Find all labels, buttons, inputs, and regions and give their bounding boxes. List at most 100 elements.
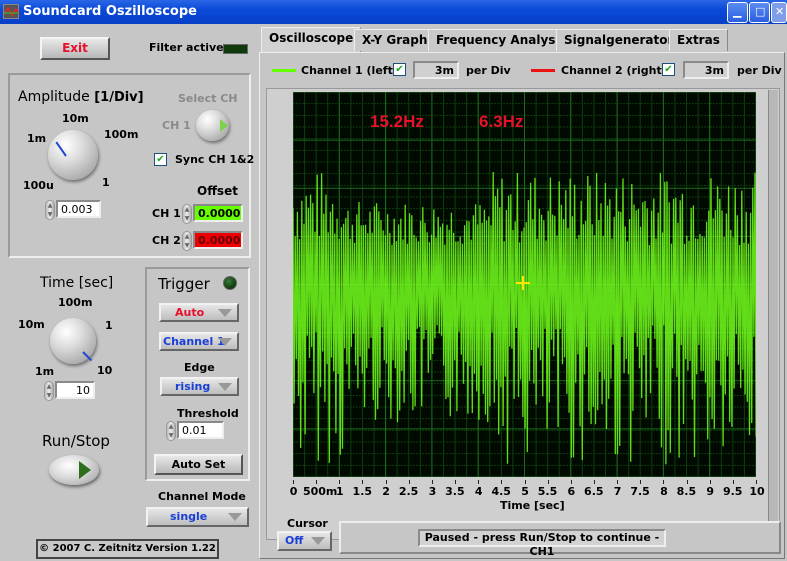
- x-tick-mark: [339, 480, 341, 484]
- channel2-checkbox[interactable]: ✔: [662, 63, 675, 76]
- x-tick-label: 6: [567, 485, 576, 498]
- cursor-label: Cursor: [287, 517, 328, 530]
- x-tick-mark: [293, 480, 294, 484]
- amplitude-knob[interactable]: [48, 130, 98, 180]
- select-ch-label: Select CH: [178, 92, 238, 105]
- time-scale-1: 1: [105, 319, 113, 332]
- amplitude-value-input[interactable]: 0.003: [56, 200, 101, 218]
- x-tick-label: 2: [382, 485, 390, 498]
- time-value-input[interactable]: 10: [55, 381, 95, 399]
- trigger-mode-dropdown[interactable]: Auto: [159, 303, 239, 322]
- ch2-offset-input[interactable]: 0.0000: [193, 231, 243, 249]
- x-tick-label: 3: [428, 485, 437, 498]
- close-button[interactable]: ✕: [771, 2, 787, 23]
- time-scale-10: 10: [97, 364, 113, 377]
- threshold-spinner[interactable]: ▲ ▼: [166, 421, 176, 441]
- x-tick-mark: [478, 480, 480, 484]
- minimize-button[interactable]: ▁: [727, 2, 748, 23]
- x-tick-label: 1: [336, 485, 344, 498]
- tab-extras[interactable]: Extras: [669, 29, 728, 51]
- x-tick-mark: [408, 480, 410, 484]
- tab-frequency-analysis[interactable]: Frequency Analysis: [428, 29, 575, 51]
- status-text: Paused - press Run/Stop to continue - CH…: [418, 529, 666, 558]
- x-tick-mark: [756, 480, 757, 484]
- time-spinner[interactable]: ▲ ▼: [44, 381, 54, 401]
- x-tick-mark: [640, 480, 642, 484]
- graph-scrollbar[interactable]: [768, 90, 778, 536]
- chevron-down-icon: [311, 537, 325, 545]
- x-tick-mark: [663, 480, 665, 484]
- x-tick-label: 1.5: [352, 485, 373, 498]
- edge-label: Edge: [184, 361, 215, 374]
- ch1-offset-spinner[interactable]: ▲ ▼: [182, 204, 192, 224]
- x-tick-label: 8: [660, 485, 668, 498]
- channel-mode-dropdown[interactable]: single: [146, 507, 249, 527]
- cursor-dropdown[interactable]: Off: [277, 531, 332, 551]
- x-tick-label: 5.5: [537, 485, 558, 498]
- channel1-legend-line: [272, 69, 296, 72]
- channel2-legend-line: [531, 69, 555, 72]
- ch1-offset-label: CH 1: [152, 207, 181, 220]
- threshold-label: Threshold: [177, 407, 239, 420]
- edge-value: rising: [175, 380, 211, 393]
- trigger-channel-dropdown[interactable]: Channel 1: [159, 332, 239, 351]
- tab-signalgenerator[interactable]: Signalgenerator: [556, 29, 682, 51]
- channel2-per-div-input[interactable]: 3m: [683, 61, 729, 79]
- x-tick-mark: [362, 480, 364, 484]
- edge-dropdown[interactable]: rising: [160, 377, 239, 396]
- amp-scale-1: 1: [102, 176, 110, 189]
- x-tick-label: 9: [706, 485, 715, 498]
- x-tick-mark: [501, 480, 503, 484]
- amplitude-knob-body[interactable]: [48, 130, 98, 180]
- auto-set-button[interactable]: Auto Set: [154, 454, 243, 475]
- select-ch-value: CH 1: [162, 119, 191, 132]
- run-stop-button[interactable]: [49, 455, 99, 485]
- amplitude-spinner[interactable]: ▲ ▼: [45, 200, 55, 220]
- x-tick-mark: [732, 480, 734, 484]
- channel2-label: Channel 2 (right): [561, 64, 667, 77]
- x-tick-mark: [455, 480, 457, 484]
- tab-xy-graph[interactable]: X-Y Graph: [354, 29, 436, 51]
- x-tick-mark: [431, 480, 433, 484]
- time-scale-1m: 1m: [35, 365, 55, 378]
- amp-scale-1m: 1m: [27, 132, 47, 145]
- x-tick-label: 7.5: [630, 485, 650, 498]
- time-knob[interactable]: [50, 318, 96, 364]
- oscilloscope-display[interactable]: [293, 92, 756, 477]
- app-icon: [3, 4, 20, 19]
- x-tick-label: 9.5: [722, 485, 743, 498]
- x-tick-mark: [570, 480, 572, 484]
- exit-button[interactable]: Exit: [40, 37, 110, 60]
- threshold-input[interactable]: 0.01: [177, 421, 224, 439]
- x-tick-mark: [617, 480, 619, 484]
- trigger-channel-value: Channel 1: [163, 335, 225, 348]
- time-title: Time [sec]: [40, 275, 114, 291]
- copyright-label: © 2007 C. Zeitnitz Version 1.22: [36, 539, 219, 559]
- x-tick-label: 10: [749, 485, 765, 498]
- amp-scale-100m: 100m: [104, 128, 139, 141]
- chevron-down-icon: [218, 383, 232, 391]
- offset-label: Offset: [197, 184, 238, 198]
- filter-led: [223, 44, 248, 54]
- sync-checkbox[interactable]: ✔: [154, 153, 167, 166]
- maximize-button[interactable]: □: [749, 2, 770, 23]
- title-bar: Soundcard Oszilloscope ▁ □ ✕: [0, 0, 787, 24]
- amp-scale-10m: 10m: [62, 112, 89, 125]
- maximize-icon: □: [755, 5, 766, 18]
- x-tick-mark: [385, 480, 387, 484]
- ch2-offset-spinner[interactable]: ▲ ▼: [182, 231, 192, 251]
- frequency-ch1: 15.2Hz: [370, 112, 424, 131]
- chevron-down-icon: [218, 338, 232, 346]
- filter-active-label: Filter active: [149, 41, 224, 54]
- tab-oscilloscope[interactable]: Oscilloscope: [261, 27, 362, 52]
- select-ch-button[interactable]: [196, 110, 229, 141]
- channel1-per-div-input[interactable]: 3m: [413, 61, 459, 79]
- x-tick-label: 4.5: [491, 485, 511, 498]
- trigger-led: [223, 276, 237, 290]
- x-tick-label: 500m: [302, 485, 338, 498]
- ch1-offset-input[interactable]: 0.0000: [193, 204, 243, 222]
- x-tick-label: 2.5: [398, 485, 419, 498]
- channel1-checkbox[interactable]: ✔: [393, 63, 406, 76]
- x-tick-mark: [686, 480, 688, 484]
- x-tick-label: 6.5: [584, 485, 604, 498]
